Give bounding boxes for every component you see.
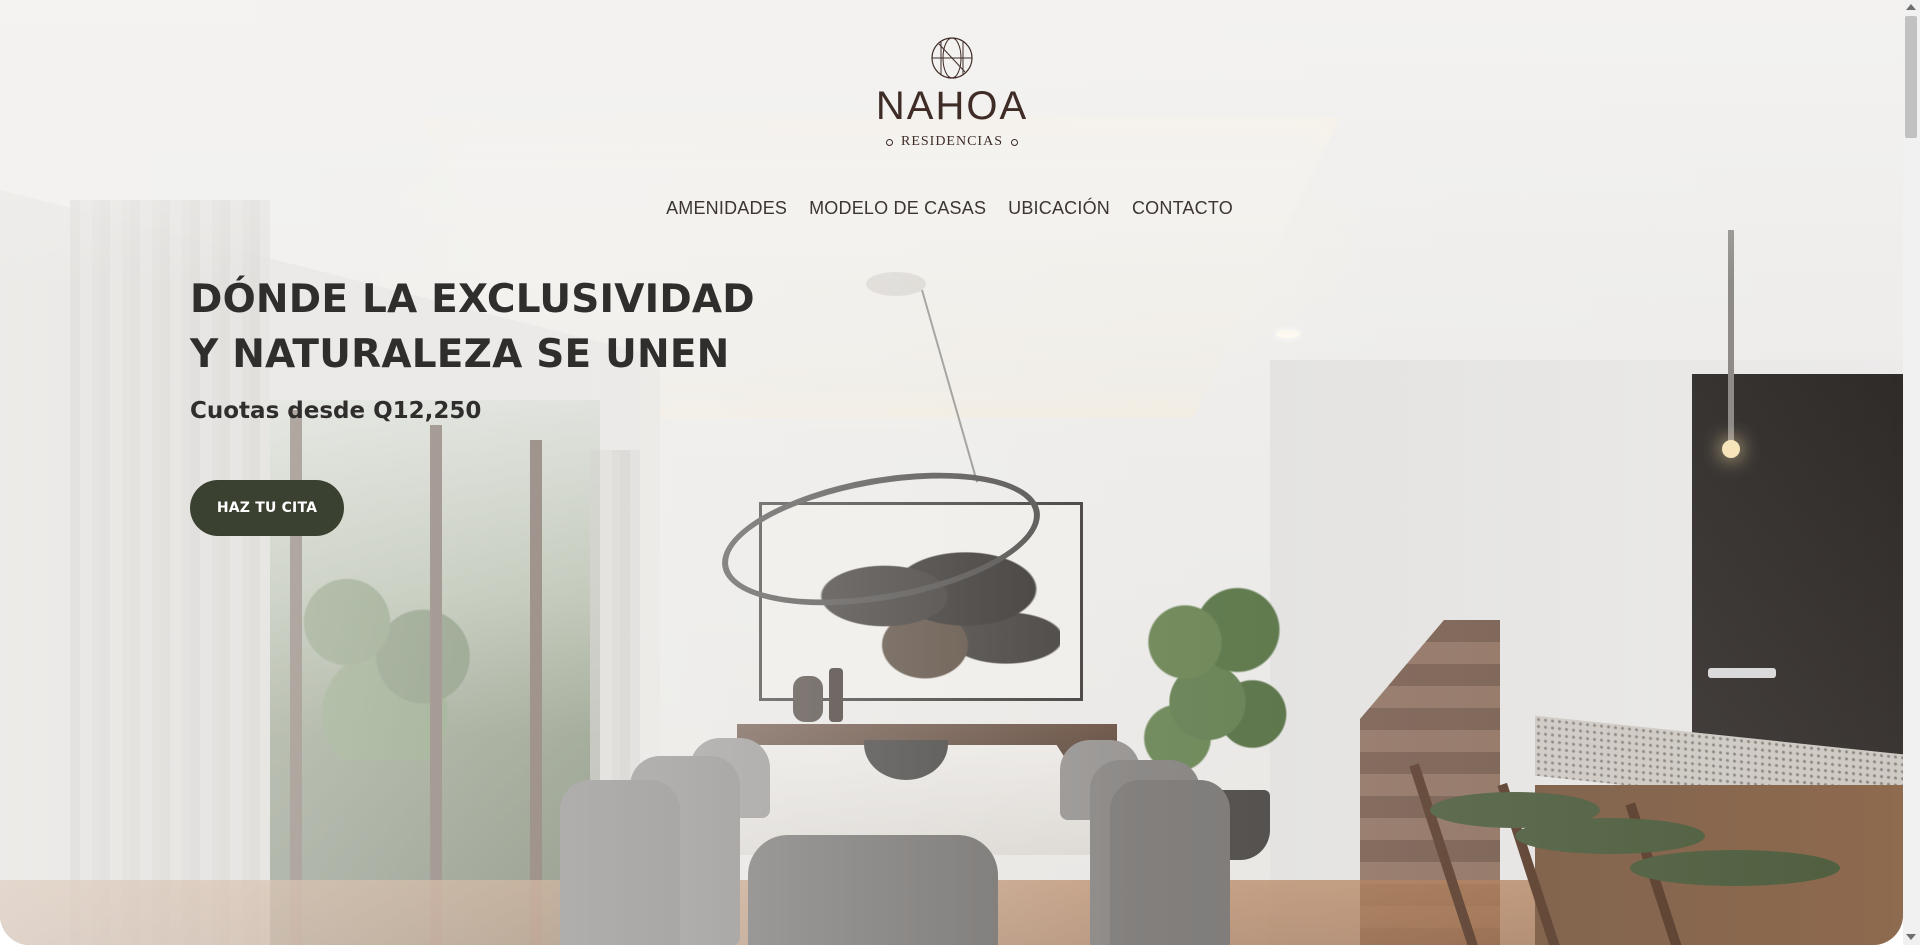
book-appointment-button[interactable]: HAZ TU CITA [190,480,344,536]
scrollbar-thumb[interactable] [1905,16,1917,138]
hero-price: Cuotas desde Q12,250 [190,398,482,424]
brand-name: NAHOA [875,84,1029,128]
logo-link[interactable]: NAHOA RESIDENCIAS [868,36,1036,150]
ornament-dot-icon [885,138,893,146]
logo-globe-icon [931,37,973,79]
main-nav: AMENIDADES MODELO DE CASAS UBICACIÓN CON… [0,198,1901,219]
scroll-down-arrow-icon[interactable] [1906,934,1916,940]
site-header: NAHOA RESIDENCIAS AMENIDADES MODELO DE C… [0,0,1903,240]
scroll-up-arrow-icon[interactable] [1906,4,1916,10]
brand-subtitle: RESIDENCIAS [900,134,1003,149]
nav-item-ubicacion[interactable]: UBICACIÓN [1008,198,1110,219]
hero-copy: DÓNDE LA EXCLUSIVIDAD Y NATURALEZA SE UN… [190,272,755,424]
ornament-dot-icon [1011,138,1018,146]
hero-section: NAHOA RESIDENCIAS AMENIDADES MODELO DE C… [0,0,1903,945]
hero-headline-line-1: DÓNDE LA EXCLUSIVIDAD [190,277,755,322]
hero-headline: DÓNDE LA EXCLUSIVIDAD Y NATURALEZA SE UN… [190,272,755,382]
nav-item-contacto[interactable]: CONTACTO [1132,198,1233,219]
hero-headline-line-2: Y NATURALEZA SE UNEN [190,332,730,377]
nav-item-amenidades[interactable]: AMENIDADES [666,198,787,219]
brand-subtitle-row: RESIDENCIAS [868,134,1036,150]
nav-item-modelo-de-casas[interactable]: MODELO DE CASAS [809,198,986,219]
page-scrollbar[interactable] [1903,0,1920,945]
